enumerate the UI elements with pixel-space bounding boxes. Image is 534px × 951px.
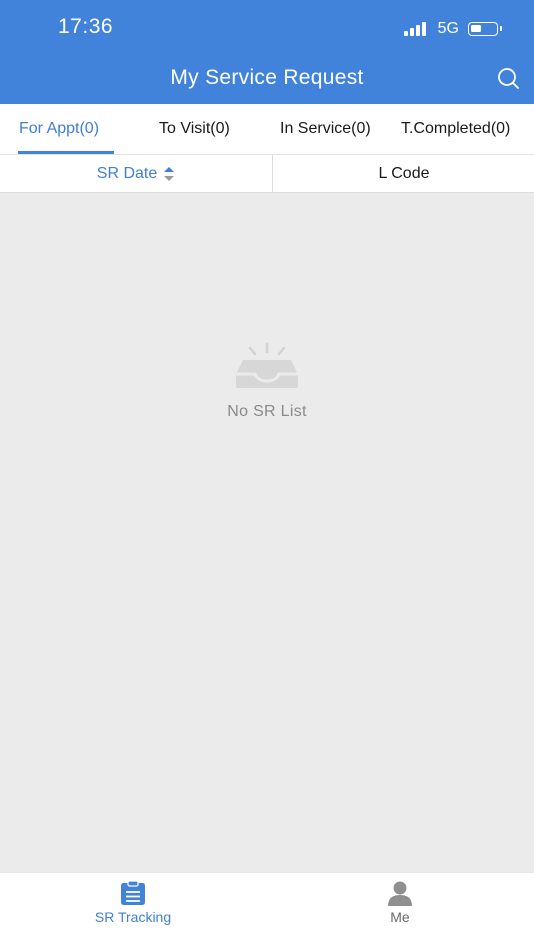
sort-l-code-button[interactable]: L Code xyxy=(274,155,534,192)
nav-me[interactable]: Me xyxy=(320,873,480,933)
page-title: My Service Request xyxy=(170,66,364,89)
network-type: 5G xyxy=(437,20,459,37)
tab-to-visit[interactable]: To Visit(0) xyxy=(159,104,230,154)
status-time: 17:36 xyxy=(58,15,114,38)
sort-sr-date-button[interactable]: SR Date xyxy=(0,155,273,192)
tab-t-completed[interactable]: T.Completed(0) xyxy=(401,104,510,154)
status-indicators: 5G xyxy=(403,19,502,39)
sort-sr-date-label: SR Date xyxy=(96,164,158,182)
app-header: 17:36 5G My Service Request xyxy=(0,0,534,104)
signal-icon xyxy=(403,22,428,36)
search-button[interactable] xyxy=(496,66,520,90)
empty-inbox-icon xyxy=(236,342,298,388)
nav-sr-tracking[interactable]: SR Tracking xyxy=(53,873,213,933)
nav-sr-tracking-label: SR Tracking xyxy=(94,909,172,925)
nav-me-label: Me xyxy=(390,909,410,925)
sort-l-code-label: L Code xyxy=(378,164,430,182)
status-tabs: For Appt(0) To Visit(0) In Service(0) T.… xyxy=(0,104,534,155)
clipboard-icon xyxy=(121,880,145,905)
active-tab-indicator xyxy=(18,151,114,154)
empty-state-text: No SR List xyxy=(227,403,307,420)
sort-bar: SR Date L Code xyxy=(0,155,534,193)
sort-arrows-icon xyxy=(164,166,175,181)
person-icon xyxy=(388,881,412,906)
tab-for-appt[interactable]: For Appt(0) xyxy=(19,104,99,154)
battery-icon xyxy=(468,22,502,36)
search-icon xyxy=(498,68,519,89)
tab-in-service[interactable]: In Service(0) xyxy=(280,104,371,154)
bottom-nav: SR Tracking Me xyxy=(0,872,534,951)
